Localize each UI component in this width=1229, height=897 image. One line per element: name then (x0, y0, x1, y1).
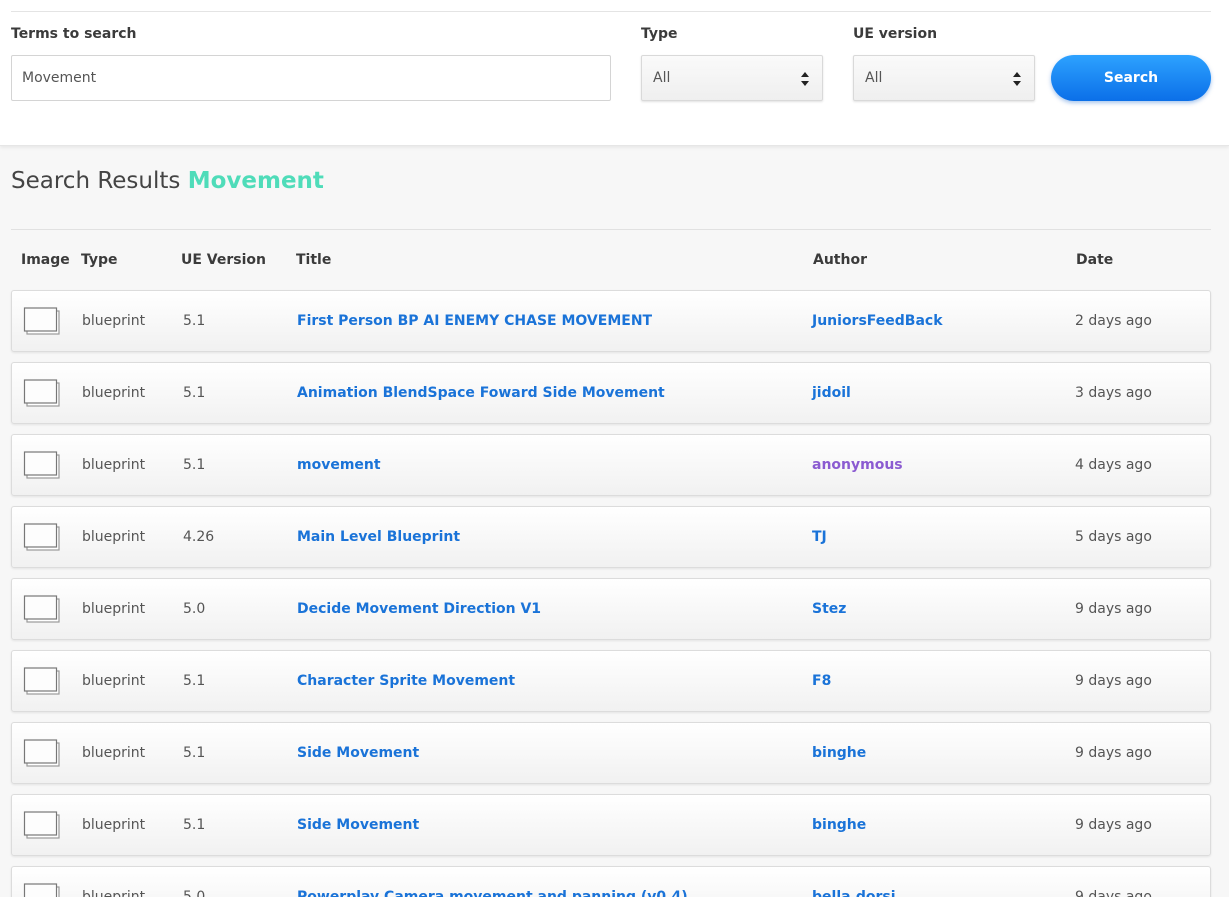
row-author-link[interactable]: JuniorsFeedBack (812, 313, 943, 329)
updown-arrows-icon (1013, 72, 1021, 86)
image-placeholder-icon (23, 883, 60, 897)
row-ue-version: 4.26 (183, 529, 215, 545)
row-author-link[interactable]: anonymous (812, 457, 903, 473)
table-row: blueprint 5.0 Decide Movement Direction V1… (11, 578, 1211, 640)
row-ue-version: 5.1 (183, 457, 206, 473)
table-row: blueprint 5.1 Side Movement binghe 9 days ag… (11, 722, 1211, 784)
row-date: 2 days ago (1075, 313, 1152, 329)
row-date: 9 days ago (1075, 601, 1152, 617)
row-ue-version: 5.1 (183, 817, 206, 833)
table-row: blueprint 5.1 Character Sprite Movement F8 9… (11, 650, 1211, 712)
row-author-link[interactable]: Stez (812, 601, 846, 617)
row-ue-version: 5.1 (183, 385, 206, 401)
col-header-date: Date (1076, 252, 1114, 268)
type-label: Type (641, 26, 678, 42)
row-title-link[interactable]: Animation BlendSpace Foward Side Movemen… (297, 385, 665, 401)
col-header-author: Author (813, 252, 867, 268)
type-select-value: All (653, 70, 671, 86)
row-title-link[interactable]: Side Movement (297, 817, 419, 833)
results-search-term: Movement (187, 168, 324, 194)
row-ue-version: 5.1 (183, 313, 206, 329)
row-date: 3 days ago (1075, 385, 1152, 401)
type-select[interactable]: All (641, 55, 823, 101)
row-ue-version: 5.0 (183, 889, 206, 897)
image-placeholder-icon (23, 739, 60, 767)
ue-version-select[interactable]: All (853, 55, 1035, 101)
row-author-link[interactable]: F8 (812, 673, 831, 689)
row-title-link[interactable]: Decide Movement Direction V1 (297, 601, 541, 617)
row-type: blueprint (82, 385, 146, 401)
row-ue-version: 5.1 (183, 673, 206, 689)
row-type: blueprint (82, 745, 146, 761)
row-ue-version: 5.1 (183, 745, 206, 761)
divider (11, 11, 1211, 12)
row-title-link[interactable]: Powerplay Camera movement and panning (v… (297, 889, 688, 897)
updown-arrows-icon (801, 72, 809, 86)
ue-version-label: UE version (853, 26, 938, 42)
image-placeholder-icon (23, 523, 60, 551)
table-row: blueprint 5.1 Animation BlendSpace Foward … (11, 362, 1211, 424)
row-type: blueprint (82, 673, 146, 689)
row-type: blueprint (82, 817, 146, 833)
col-header-type: Type (81, 252, 118, 268)
row-type: blueprint (82, 313, 146, 329)
row-author-link[interactable]: bella.dorsi (812, 889, 896, 897)
col-header-title: Title (296, 252, 332, 268)
table-row: blueprint 4.26 Main Level Blueprint TJ 5 day… (11, 506, 1211, 568)
image-placeholder-icon (23, 307, 60, 335)
terms-label: Terms to search (11, 26, 137, 42)
row-title-link[interactable]: movement (297, 457, 381, 473)
row-date: 9 days ago (1075, 817, 1152, 833)
row-type: blueprint (82, 457, 146, 473)
row-date: 9 days ago (1075, 889, 1152, 897)
row-author-link[interactable]: binghe (812, 817, 866, 833)
divider (11, 229, 1211, 230)
image-placeholder-icon (23, 667, 60, 695)
row-author-link[interactable]: binghe (812, 745, 866, 761)
image-placeholder-icon (23, 451, 60, 479)
image-placeholder-icon (23, 595, 60, 623)
row-type: blueprint (82, 601, 146, 617)
row-type: blueprint (82, 889, 146, 897)
row-date: 9 days ago (1075, 673, 1152, 689)
col-header-ue-version: UE Version (181, 252, 266, 268)
row-date: 5 days ago (1075, 529, 1152, 545)
ue-version-select-value: All (865, 70, 883, 86)
row-author-link[interactable]: TJ (812, 529, 827, 545)
row-title-link[interactable]: Side Movement (297, 745, 419, 761)
search-panel: Terms to search Type All UE version All … (0, 0, 1229, 146)
row-date: 9 days ago (1075, 745, 1152, 761)
search-button[interactable]: Search (1051, 55, 1211, 101)
row-ue-version: 5.0 (183, 601, 206, 617)
search-input[interactable] (11, 55, 611, 101)
table-row: blueprint 5.0 Powerplay Camera movement an… (11, 866, 1211, 897)
table-row: blueprint 5.1 movement anonymous 4 days ago (11, 434, 1211, 496)
row-title-link[interactable]: Main Level Blueprint (297, 529, 460, 545)
image-placeholder-icon (23, 811, 60, 839)
col-header-image: Image (21, 252, 70, 268)
image-placeholder-icon (23, 379, 60, 407)
results-heading-text: Search Results (11, 168, 181, 194)
row-author-link[interactable]: jidoil (812, 385, 851, 401)
row-type: blueprint (82, 529, 146, 545)
results-heading: Search Results Movement (11, 168, 324, 194)
row-title-link[interactable]: First Person BP AI ENEMY CHASE MOVEMENT (297, 313, 652, 329)
row-title-link[interactable]: Character Sprite Movement (297, 673, 515, 689)
table-row: blueprint 5.1 Side Movement binghe 9 days ag… (11, 794, 1211, 856)
row-date: 4 days ago (1075, 457, 1152, 473)
table-row: blueprint 5.1 First Person BP AI ENEMY CHA… (11, 290, 1211, 352)
